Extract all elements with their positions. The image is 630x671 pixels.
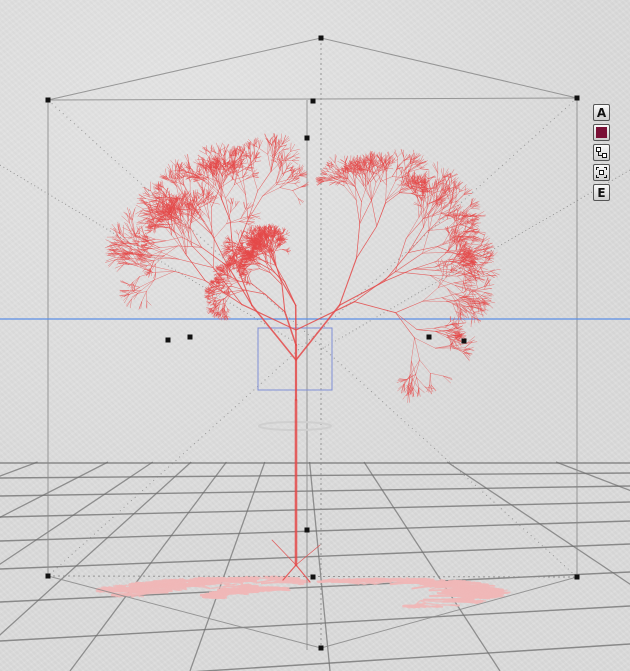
shadow-stroke: [298, 583, 304, 586]
shadow-stroke: [252, 577, 256, 580]
grid-line: [308, 461, 331, 671]
shadow-stroke: [299, 579, 304, 582]
shadow-stroke: [164, 578, 171, 581]
shadow-stroke: [399, 577, 403, 580]
grid-line: [0, 485, 630, 497]
grid-line: [555, 461, 630, 492]
grid-line: [363, 461, 501, 671]
shadow-stroke: [224, 579, 236, 582]
shadow-stroke: [386, 578, 391, 581]
shadow-stroke: [393, 578, 398, 581]
grid-line: [0, 605, 630, 642]
shadow-stroke: [171, 578, 174, 582]
shadow-stroke: [238, 579, 241, 582]
shadow-stroke: [162, 580, 171, 584]
shadow-stroke: [389, 579, 392, 582]
shadow-stroke: [136, 581, 143, 585]
shadow-stroke: [212, 576, 216, 579]
shadow-stroke: [243, 591, 249, 594]
scene-canvas[interactable]: [0, 0, 630, 671]
shadow-stroke: [406, 577, 410, 580]
shadow-stroke: [230, 576, 234, 580]
shadow-stroke: [420, 577, 426, 580]
ground-grid: [0, 461, 630, 671]
shadow-stroke: [290, 576, 295, 579]
shadow-stroke: [195, 579, 198, 582]
shadow-stroke: [235, 586, 239, 589]
grid-line: [0, 472, 630, 479]
shadow-stroke: [247, 578, 254, 581]
shadow-stroke: [418, 577, 422, 580]
grid-line: [193, 643, 630, 671]
shadow-stroke: [281, 577, 284, 580]
shadow-stroke: [262, 588, 272, 592]
shadow-stroke: [192, 577, 200, 580]
shadow-stroke: [231, 586, 236, 589]
shadow-stroke: [216, 580, 223, 583]
tree-shadow: [95, 575, 511, 609]
shadow-stroke: [343, 579, 346, 582]
grid-line: [446, 461, 630, 585]
grid-line: [0, 543, 630, 570]
shadow-stroke: [238, 586, 242, 589]
shadow-stroke: [233, 577, 240, 580]
3d-viewport[interactable]: A E: [0, 0, 630, 671]
shadow-stroke: [246, 577, 249, 580]
